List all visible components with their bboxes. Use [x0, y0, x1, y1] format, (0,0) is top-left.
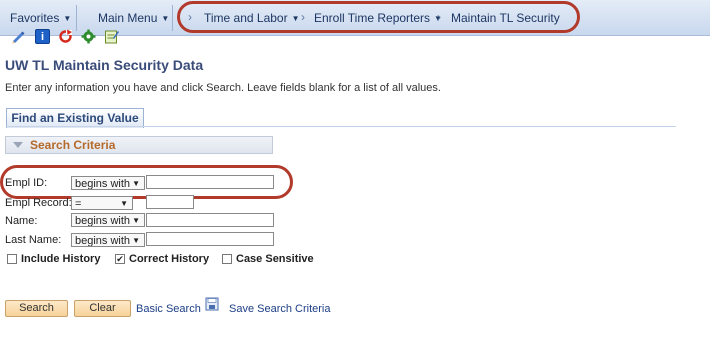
basic-search-link[interactable]: Basic Search — [136, 303, 201, 315]
last-name-operator-select[interactable]: begins with ▼ — [71, 233, 145, 247]
main-menu[interactable]: Main Menu ▼ — [98, 10, 169, 26]
empl-id-input[interactable] — [146, 175, 274, 189]
breadcrumb-separator-icon: › — [301, 10, 305, 24]
pencil-icon[interactable] — [10, 29, 25, 44]
name-input[interactable] — [146, 213, 274, 227]
dropdown-arrow-icon: ▼ — [132, 236, 140, 245]
empl-record-label: Empl Record: — [5, 197, 72, 209]
empl-record-operator-select[interactable]: = ▼ — [71, 196, 133, 210]
correct-history-label: Correct History — [129, 253, 210, 265]
breadcrumb-label: Time and Labor — [204, 11, 288, 25]
dropdown-arrow-icon: ▼ — [120, 199, 128, 208]
tab-find-existing-value[interactable]: Find an Existing Value — [6, 108, 144, 128]
page-instructions: Enter any information you have and click… — [5, 82, 441, 94]
chevron-down-icon: ▼ — [291, 14, 300, 23]
breadcrumb-maintain-tl-security[interactable]: Maintain TL Security — [451, 10, 560, 26]
page-title: UW TL Maintain Security Data — [5, 57, 204, 73]
empl-record-input[interactable] — [146, 195, 194, 209]
empl-id-operator-select[interactable]: begins with ▼ — [71, 176, 145, 190]
main-menu-label: Main Menu — [98, 11, 158, 25]
notepad-icon[interactable] — [104, 29, 119, 44]
tab-divider — [6, 126, 676, 127]
search-criteria-header[interactable]: Search Criteria — [5, 136, 273, 154]
favorites-label: Favorites — [10, 11, 60, 25]
include-history-checkbox[interactable] — [7, 254, 17, 264]
search-button[interactable]: Search — [5, 300, 68, 317]
clear-button[interactable]: Clear — [74, 300, 131, 317]
breadcrumb-separator-icon: › — [188, 10, 192, 24]
breadcrumb-separator-icon: › — [437, 10, 441, 24]
search-criteria-label: Search Criteria — [30, 138, 116, 152]
info-icon[interactable]: i — [35, 29, 50, 44]
name-label: Name: — [5, 215, 38, 227]
case-sensitive-label: Case Sensitive — [236, 253, 314, 265]
correct-history-checkbox[interactable]: ✔ — [115, 254, 125, 264]
last-name-label: Last Name: — [5, 234, 62, 246]
breadcrumb-enroll-time-reporters[interactable]: Enroll Time Reporters ▼ — [314, 10, 442, 26]
select-value: begins with — [75, 215, 131, 227]
select-value: begins with — [75, 178, 131, 190]
chevron-down-icon: ▼ — [63, 14, 72, 23]
save-search-criteria-link[interactable]: Save Search Criteria — [229, 303, 331, 315]
breadcrumb-label: Enroll Time Reporters — [314, 11, 431, 25]
chevron-down-icon: ▼ — [161, 14, 170, 23]
collapse-triangle-icon[interactable] — [13, 142, 23, 148]
save-search-icon[interactable] — [205, 297, 219, 311]
dropdown-arrow-icon: ▼ — [132, 216, 140, 225]
empl-id-label: Empl ID: — [5, 177, 48, 189]
gear-icon[interactable] — [81, 29, 96, 44]
nav-divider — [76, 5, 77, 31]
name-operator-select[interactable]: begins with ▼ — [71, 213, 145, 227]
refresh-icon[interactable] — [58, 29, 73, 44]
select-value: begins with — [75, 235, 131, 247]
include-history-label: Include History — [21, 253, 101, 265]
last-name-input[interactable] — [146, 232, 274, 246]
breadcrumb-label: Maintain TL Security — [451, 11, 560, 25]
select-value: = — [75, 198, 82, 210]
dropdown-arrow-icon: ▼ — [132, 179, 140, 188]
nav-divider — [172, 5, 173, 31]
case-sensitive-checkbox[interactable] — [222, 254, 232, 264]
favorites-menu[interactable]: Favorites ▼ — [10, 10, 71, 26]
breadcrumb-time-and-labor[interactable]: Time and Labor ▼ — [204, 10, 300, 26]
